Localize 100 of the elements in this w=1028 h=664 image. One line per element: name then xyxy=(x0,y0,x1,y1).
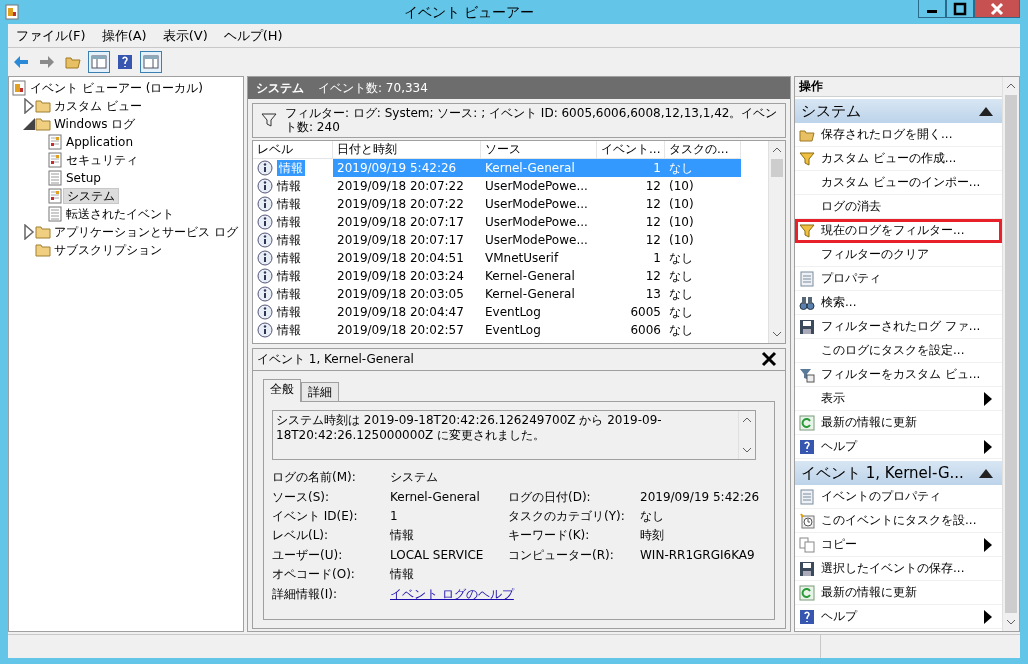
section-header[interactable]: システム xyxy=(795,99,1002,123)
close-detail-button[interactable] xyxy=(761,351,777,368)
action-label: このログにタスクを設定... xyxy=(821,343,965,358)
log-icon xyxy=(47,134,63,150)
field-value: 情報 xyxy=(390,528,415,543)
column-header[interactable]: タスクの... xyxy=(665,140,741,159)
tab[interactable]: 全般 xyxy=(263,378,301,403)
action-item[interactable]: このイベントにタスクを設... xyxy=(795,509,1002,533)
column-header[interactable]: イベント... xyxy=(597,140,665,159)
clock-document-icon xyxy=(799,512,815,529)
table-cell-text: 12 xyxy=(644,177,662,195)
tree-item[interactable]: Setup xyxy=(63,170,104,186)
menu-item[interactable]: ファイル(F) xyxy=(8,25,94,46)
field-label: ログの日付(D): xyxy=(508,489,592,504)
tab[interactable]: 詳細 xyxy=(301,381,339,402)
actions-header: 操作 xyxy=(795,77,1002,97)
table-row[interactable]: 情報 2019/09/18 20:04:51 VMnetUserif 1 なし xyxy=(253,248,768,267)
action-item[interactable]: 最新の情報に更新 xyxy=(795,581,1002,605)
action-item[interactable]: 表示 xyxy=(795,387,1002,411)
action-item[interactable]: イベントのプロパティ xyxy=(795,485,1002,509)
field-label: イベント ID(E): xyxy=(272,508,359,524)
info-icon xyxy=(257,267,273,284)
table-cell: 情報 xyxy=(277,213,301,230)
table-row[interactable]: 情報 2019/09/18 20:07:22 UserModePowe... 12 (10) xyxy=(253,176,768,195)
field-label: コンピューター(R): xyxy=(508,547,615,563)
table-cell-text: 2019/09/18 20:07:22 xyxy=(336,195,465,213)
action-item[interactable]: フィルターされたログ ファ... xyxy=(795,315,1002,339)
help-link[interactable]: イベント ログのヘルプ xyxy=(390,586,766,601)
field-label: ユーザー(U): xyxy=(272,547,344,563)
log-icon xyxy=(47,152,63,168)
column-header[interactable]: レベル xyxy=(253,140,333,159)
menu-item[interactable]: ヘルプ(H) xyxy=(215,25,291,46)
close-button[interactable] xyxy=(974,0,1020,18)
close-icon xyxy=(989,0,1005,17)
tree-item[interactable]: 転送されたイベント xyxy=(63,206,177,222)
column-header[interactable]: ソース xyxy=(481,140,597,159)
pane-toggle-button[interactable] xyxy=(140,51,162,73)
action-item[interactable]: カスタム ビューの作成... xyxy=(795,147,1002,171)
table-cell-text: なし xyxy=(668,285,694,303)
log-book-icon xyxy=(11,80,27,96)
action-item[interactable]: 現在のログをフィルター... xyxy=(795,219,1002,243)
table-row[interactable]: 情報 2019/09/18 20:07:22 UserModePowe... 12 (10) xyxy=(253,194,768,213)
log-name: システム xyxy=(256,80,304,96)
table-row[interactable]: 情報 2019/09/18 20:07:17 UserModePowe... 12 (10) xyxy=(253,212,768,231)
tree-item[interactable]: アプリケーションとサービス ログ xyxy=(51,224,241,240)
table-row[interactable]: 情報 2019/09/18 20:04:47 EventLog 6005 なし xyxy=(253,302,768,321)
action-label: ヘルプ xyxy=(821,609,857,624)
tree-item[interactable]: Application xyxy=(63,134,137,150)
pane-toggle-button[interactable] xyxy=(88,51,110,73)
section-header[interactable]: イベント 1, Kernel-G... xyxy=(795,461,1002,485)
expand-arrow-icon[interactable] xyxy=(21,224,37,240)
action-item[interactable]: ヘルプ xyxy=(795,435,1002,459)
column-header[interactable]: 日付と時刻 xyxy=(333,140,481,159)
minimize-button[interactable] xyxy=(918,0,946,18)
table-row[interactable]: 情報 2019/09/18 20:03:24 Kernel-General 12 なし xyxy=(253,266,768,285)
tree-item[interactable]: サブスクリプション xyxy=(51,242,165,258)
info-icon xyxy=(257,159,273,176)
table-cell-text: 2019/09/18 20:03:24 xyxy=(336,267,465,285)
back-arrow-icon xyxy=(13,54,29,70)
table-row[interactable]: 情報 2019/09/18 20:02:57 EventLog 6006 なし xyxy=(253,320,768,339)
tree-item[interactable]: Windows ログ xyxy=(51,116,139,132)
forward-arrow-icon xyxy=(39,54,55,70)
table-row[interactable]: 情報 2019/09/18 20:07:17 UserModePowe... 12 (10) xyxy=(253,230,768,249)
help-icon xyxy=(117,54,133,70)
tree-item[interactable]: イベント ビューアー (ローカル) xyxy=(27,80,206,96)
table-cell-text: (10) xyxy=(668,177,695,195)
tree-item[interactable]: セキュリティ xyxy=(63,152,141,168)
action-item[interactable]: 検索... xyxy=(795,291,1002,315)
expand-arrow-icon[interactable] xyxy=(21,98,37,114)
action-item[interactable]: ヘルプ xyxy=(795,605,1002,629)
menu-item[interactable]: 操作(A) xyxy=(93,25,155,46)
action-item[interactable]: 選択したイベントの保存... xyxy=(795,557,1002,581)
window-title: イベント ビューアー xyxy=(402,3,536,21)
action-item[interactable]: プロパティ xyxy=(795,267,1002,291)
section-title: イベント 1, Kernel-G... xyxy=(801,464,964,482)
action-item[interactable]: フィルターをカスタム ビュ... xyxy=(795,363,1002,387)
action-label: 選択したイベントの保存... xyxy=(821,561,965,576)
tree-item[interactable]: システム xyxy=(63,187,119,205)
table-cell-text: UserModePowe... xyxy=(484,177,589,195)
table-row[interactable]: 情報 2019/09/18 20:03:05 Kernel-General 13 なし xyxy=(253,284,768,303)
action-label: フィルターのクリア xyxy=(821,247,929,262)
action-label: このイベントにタスクを設... xyxy=(821,513,977,528)
collapse-arrow-icon[interactable] xyxy=(21,116,37,132)
tree-item[interactable]: カスタム ビュー xyxy=(51,98,145,114)
info-icon xyxy=(257,321,273,338)
detail-title: イベント 1, Kernel-General xyxy=(257,352,414,367)
info-icon xyxy=(257,231,273,248)
table-cell: 情報 xyxy=(277,285,301,302)
action-item[interactable]: 保存されたログを開く... xyxy=(795,123,1002,147)
document-icon xyxy=(799,270,815,287)
menu-item[interactable]: 表示(V) xyxy=(154,25,216,46)
table-cell-text: VMnetUserif xyxy=(484,249,560,267)
field-label: オペコード(O): xyxy=(272,567,356,582)
minimize-icon xyxy=(927,10,937,13)
down-chevron-icon xyxy=(1007,620,1015,625)
table-cell-text: 12 xyxy=(644,231,662,249)
action-item[interactable]: コピー xyxy=(795,533,1002,557)
action-item[interactable]: 最新の情報に更新 xyxy=(795,411,1002,435)
folder-icon xyxy=(35,224,51,240)
table-cell-text: (10) xyxy=(668,231,695,249)
